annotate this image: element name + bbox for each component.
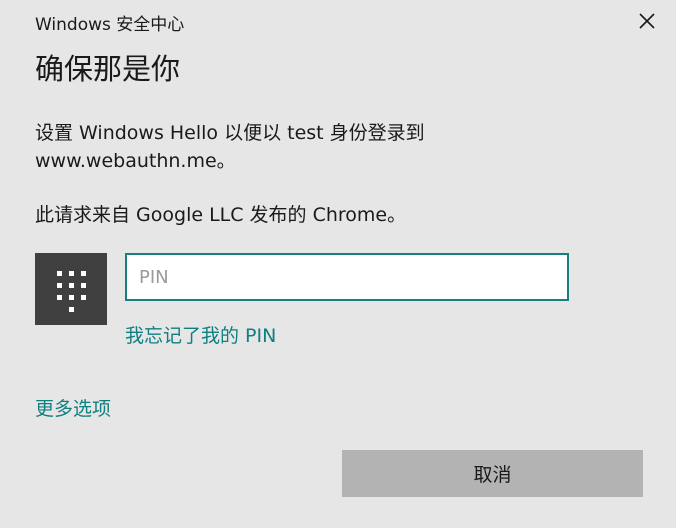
pin-input[interactable] <box>125 253 569 301</box>
security-dialog: Windows 安全中心 确保那是你 设置 Windows Hello 以便以 … <box>0 0 676 528</box>
keypad-icon <box>57 271 86 312</box>
dialog-message: 设置 Windows Hello 以便以 test 身份登录到 www.weba… <box>35 122 425 172</box>
close-button[interactable] <box>630 6 662 36</box>
requester-info: 此请求来自 Google LLC 发布的 Chrome。 <box>35 204 407 226</box>
cancel-button[interactable]: 取消 <box>342 450 643 497</box>
more-options-link[interactable]: 更多选项 <box>35 394 111 421</box>
window-title: Windows 安全中心 <box>35 15 185 35</box>
forgot-pin-link[interactable]: 我忘记了我的 PIN <box>125 321 276 348</box>
close-icon <box>639 13 655 29</box>
pin-tile <box>35 253 107 325</box>
dialog-heading: 确保那是你 <box>35 52 181 86</box>
